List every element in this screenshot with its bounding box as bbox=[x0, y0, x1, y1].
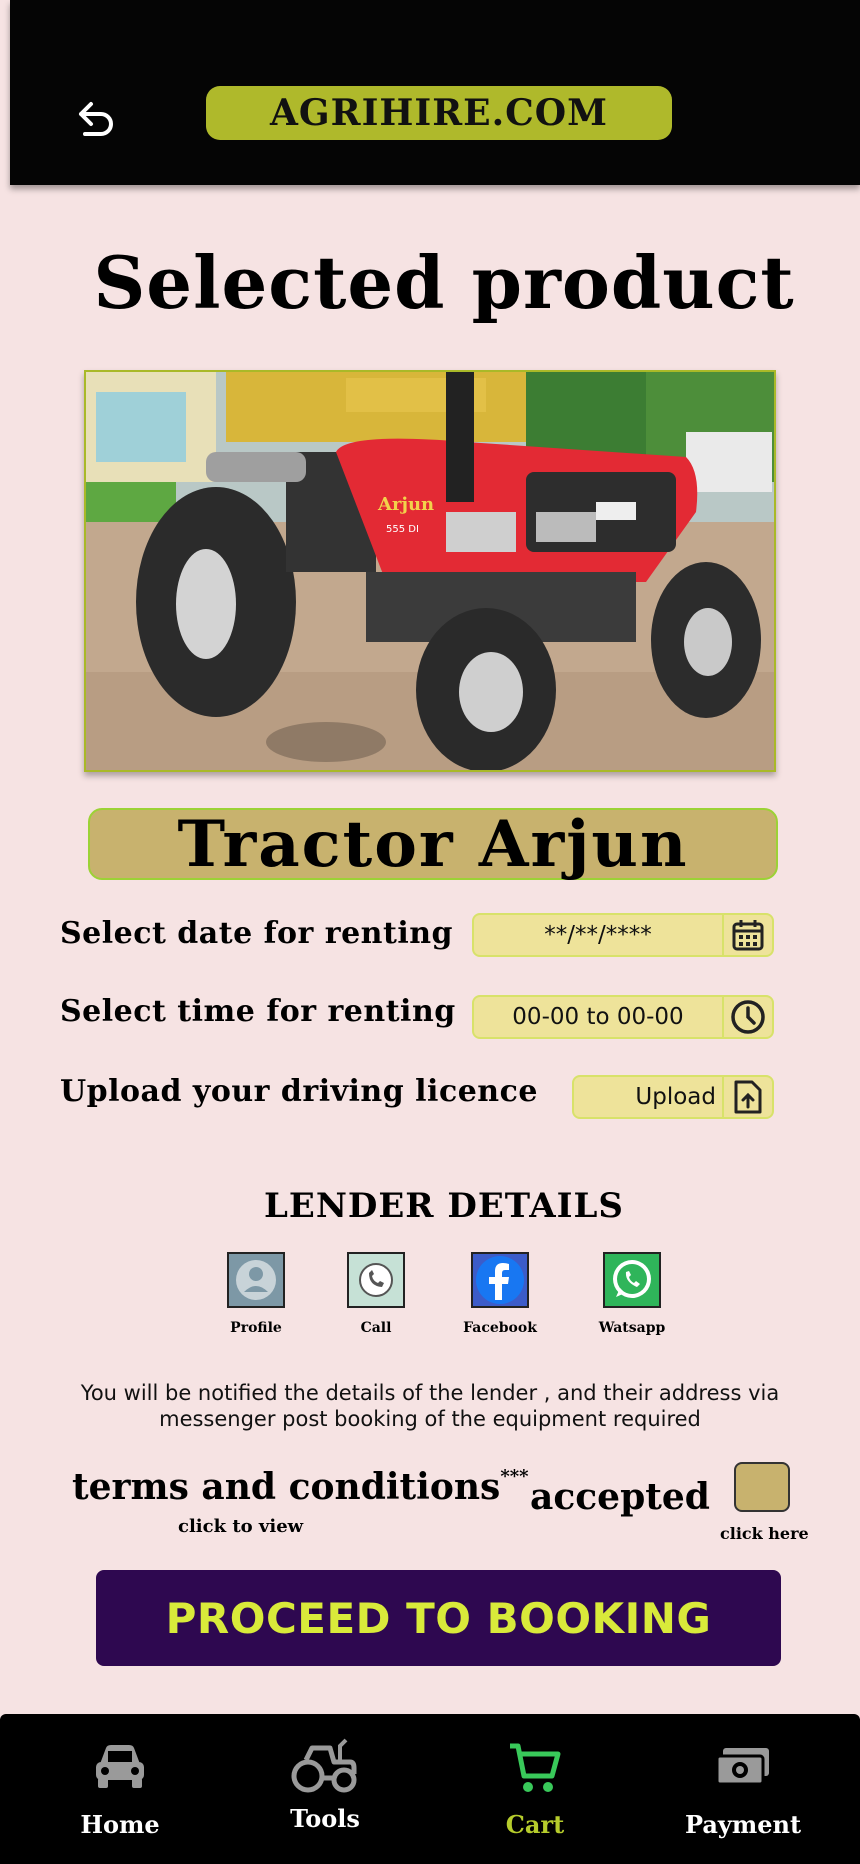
app-header: AGRIHIRE.COM bbox=[10, 0, 860, 185]
click-to-view-link[interactable]: click to view bbox=[178, 1516, 303, 1537]
accepted-label: accepted bbox=[530, 1476, 710, 1518]
car-icon bbox=[35, 1742, 205, 1792]
nav-payment-label: Payment bbox=[684, 1810, 802, 1839]
whatsapp-label: Watsapp bbox=[598, 1320, 666, 1336]
date-field[interactable]: **/**/**** bbox=[472, 913, 774, 957]
accept-terms-checkbox[interactable] bbox=[734, 1462, 790, 1512]
facebook-icon bbox=[471, 1252, 529, 1308]
lender-profile-button[interactable]: Profile bbox=[196, 1252, 316, 1336]
lender-facebook-button[interactable]: Facebook bbox=[440, 1252, 560, 1336]
upload-licence-button[interactable]: Upload bbox=[572, 1075, 774, 1119]
terms-link[interactable]: terms and conditions*** bbox=[72, 1466, 529, 1508]
lender-whatsapp-button[interactable]: Watsapp bbox=[572, 1252, 692, 1336]
brand-title: AGRIHIRE.COM bbox=[206, 86, 672, 140]
date-value: **/**/**** bbox=[544, 922, 652, 948]
nav-payment[interactable]: Payment bbox=[658, 1714, 828, 1864]
date-label: Select date for renting bbox=[60, 916, 454, 951]
money-icon bbox=[658, 1744, 828, 1790]
terms-label: terms and conditions bbox=[72, 1466, 501, 1508]
nav-home[interactable]: Home bbox=[35, 1714, 205, 1864]
tractor-icon bbox=[240, 1736, 410, 1796]
profile-label: Profile bbox=[230, 1320, 282, 1336]
calendar-icon[interactable] bbox=[722, 915, 772, 955]
nav-home-label: Home bbox=[80, 1810, 160, 1839]
back-button[interactable] bbox=[68, 96, 122, 144]
click-here-label: click here bbox=[720, 1524, 809, 1543]
product-image: Arjun 555 DI bbox=[84, 370, 776, 772]
call-label: Call bbox=[360, 1320, 392, 1336]
bottom-nav: Home Tools Cart Payment bbox=[0, 1714, 860, 1864]
nav-tools[interactable]: Tools bbox=[240, 1714, 410, 1864]
proceed-to-booking-button[interactable]: PROCEED TO BOOKING bbox=[96, 1570, 781, 1666]
nav-cart-label: Cart bbox=[505, 1810, 565, 1839]
nav-tools-label: Tools bbox=[290, 1804, 360, 1833]
page-title: Selected product bbox=[93, 240, 795, 325]
time-label: Select time for renting bbox=[60, 994, 456, 1029]
time-value: 00-00 to 00-00 bbox=[512, 1004, 684, 1030]
back-arrow-icon bbox=[79, 102, 113, 136]
phone-icon bbox=[347, 1252, 405, 1308]
whatsapp-icon bbox=[603, 1252, 661, 1308]
tractor-model: 555 DI bbox=[386, 524, 419, 535]
tractor-badge: Arjun bbox=[377, 494, 434, 515]
clock-icon[interactable] bbox=[722, 997, 772, 1037]
product-name: Tractor Arjun bbox=[88, 807, 778, 882]
file-upload-icon bbox=[722, 1077, 772, 1117]
facebook-label: Facebook bbox=[463, 1320, 537, 1336]
licence-label: Upload your driving licence bbox=[60, 1074, 538, 1109]
upload-label: Upload bbox=[635, 1084, 716, 1110]
lender-call-button[interactable]: Call bbox=[316, 1252, 436, 1336]
cart-icon bbox=[450, 1742, 620, 1796]
lender-details-title: LENDER DETAILS bbox=[264, 1186, 624, 1226]
nav-cart[interactable]: Cart bbox=[450, 1714, 620, 1864]
time-field[interactable]: 00-00 to 00-00 bbox=[472, 995, 774, 1039]
profile-icon bbox=[227, 1252, 285, 1308]
lender-notice: You will be notified the details of the … bbox=[80, 1381, 780, 1431]
terms-mark: *** bbox=[500, 1466, 529, 1487]
